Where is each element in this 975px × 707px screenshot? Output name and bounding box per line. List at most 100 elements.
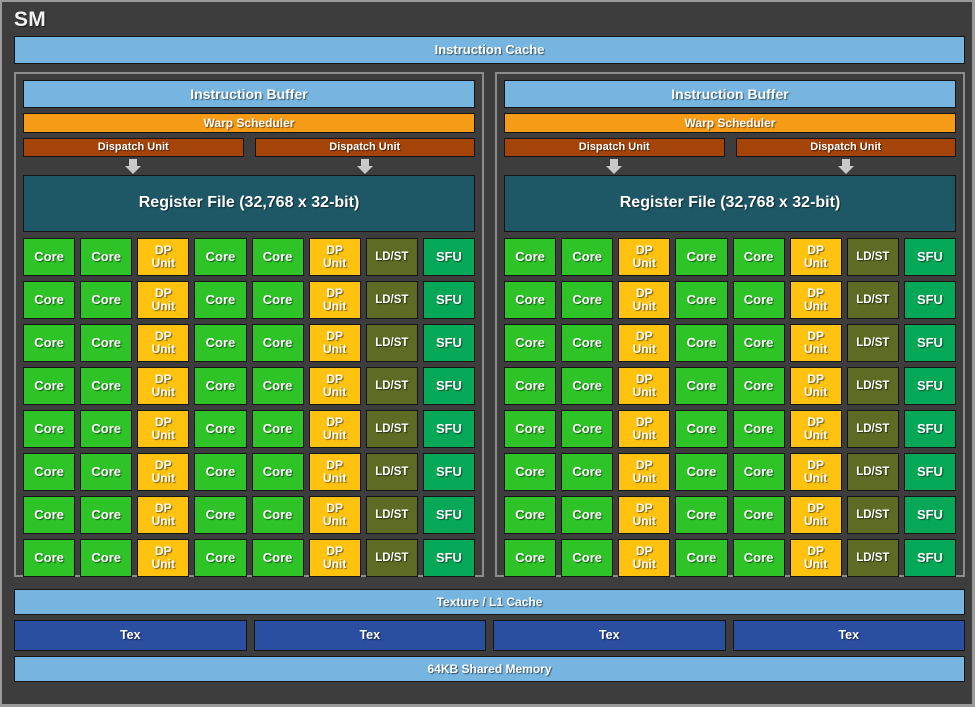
unit-label: SFU xyxy=(917,336,943,350)
unit-label: Unit xyxy=(804,257,827,270)
unit-core-left-r5-c0: Core xyxy=(23,453,75,491)
unit-label: Core xyxy=(744,250,774,264)
unit-sfu-left-r1-c7: SFU xyxy=(423,281,475,319)
unit-label: Core xyxy=(206,508,236,522)
unit-label: Core xyxy=(572,422,602,436)
unit-label: Core xyxy=(744,508,774,522)
unit-core-left-r0-c3: Core xyxy=(194,238,246,276)
unit-label: Core xyxy=(263,379,293,393)
unit-label: Core xyxy=(515,293,545,307)
unit-label: Core xyxy=(263,250,293,264)
unit-dp-right-r2-c5: DPUnit xyxy=(790,324,842,362)
unit-label: SFU xyxy=(436,379,462,393)
unit-core-left-r4-c1: Core xyxy=(80,410,132,448)
unit-label: Core xyxy=(91,336,121,350)
unit-sfu-left-r2-c7: SFU xyxy=(423,324,475,362)
unit-core-left-r6-c1: Core xyxy=(80,496,132,534)
unit-dp-left-r0-c5: DPUnit xyxy=(309,238,361,276)
unit-dp-left-r1-c2: DPUnit xyxy=(137,281,189,319)
unit-core-left-r3-c0: Core xyxy=(23,367,75,405)
unit-label: LD/ST xyxy=(856,466,889,478)
unit-label: LD/ST xyxy=(856,294,889,306)
unit-label: Core xyxy=(263,551,293,565)
unit-label: LD/ST xyxy=(856,251,889,263)
unit-label: Core xyxy=(91,465,121,479)
unit-dp-left-r3-c5: DPUnit xyxy=(309,367,361,405)
unit-label: Core xyxy=(687,250,717,264)
unit-core-left-r2-c3: Core xyxy=(194,324,246,362)
unit-core-left-r4-c3: Core xyxy=(194,410,246,448)
unit-ldst-right-r3-c6: LD/ST xyxy=(847,367,899,405)
unit-label: LD/ST xyxy=(856,552,889,564)
arrow-cell-left-1 xyxy=(255,158,476,173)
texture-unit-row: TexTexTexTex xyxy=(14,620,965,651)
unit-label: Unit xyxy=(323,300,346,313)
unit-dp-left-r6-c5: DPUnit xyxy=(309,496,361,534)
unit-sfu-left-r5-c7: SFU xyxy=(423,453,475,491)
unit-sfu-right-r5-c7: SFU xyxy=(904,453,956,491)
unit-label: Core xyxy=(34,336,64,350)
unit-label: Core xyxy=(687,508,717,522)
unit-label: SFU xyxy=(436,551,462,565)
unit-ldst-right-r7-c6: LD/ST xyxy=(847,539,899,577)
unit-core-right-r6-c0: Core xyxy=(504,496,556,534)
dispatch-unit-left-0: Dispatch Unit xyxy=(23,138,244,157)
unit-label: Unit xyxy=(152,343,175,356)
unit-label: SFU xyxy=(436,336,462,350)
unit-core-right-r7-c3: Core xyxy=(675,539,727,577)
unit-label: SFU xyxy=(917,379,943,393)
unit-sfu-right-r6-c7: SFU xyxy=(904,496,956,534)
unit-ldst-left-r2-c6: LD/ST xyxy=(366,324,418,362)
unit-dp-left-r0-c2: DPUnit xyxy=(137,238,189,276)
unit-label: Core xyxy=(91,508,121,522)
unit-ldst-left-r1-c6: LD/ST xyxy=(366,281,418,319)
unit-core-left-r4-c0: Core xyxy=(23,410,75,448)
unit-core-right-r7-c0: Core xyxy=(504,539,556,577)
unit-label: Core xyxy=(687,293,717,307)
unit-label: Unit xyxy=(804,558,827,571)
unit-label: SFU xyxy=(917,422,943,436)
unit-core-right-r5-c4: Core xyxy=(733,453,785,491)
unit-core-right-r6-c3: Core xyxy=(675,496,727,534)
unit-core-right-r4-c4: Core xyxy=(733,410,785,448)
unit-ldst-right-r2-c6: LD/ST xyxy=(847,324,899,362)
unit-label: LD/ST xyxy=(856,337,889,349)
unit-label: SFU xyxy=(917,551,943,565)
unit-label: Core xyxy=(744,293,774,307)
unit-core-right-r5-c3: Core xyxy=(675,453,727,491)
sm-architecture-diagram: SM Instruction Cache Instruction Buffer … xyxy=(0,0,975,707)
unit-label: Core xyxy=(572,508,602,522)
unit-label: Core xyxy=(34,250,64,264)
unit-sfu-left-r0-c7: SFU xyxy=(423,238,475,276)
unit-label: Core xyxy=(744,336,774,350)
unit-label: Unit xyxy=(152,300,175,313)
unit-dp-right-r5-c5: DPUnit xyxy=(790,453,842,491)
instruction-buffer-left: Instruction Buffer xyxy=(23,80,475,108)
unit-label: Core xyxy=(687,551,717,565)
unit-label: SFU xyxy=(436,465,462,479)
unit-ldst-right-r6-c6: LD/ST xyxy=(847,496,899,534)
unit-label: Core xyxy=(206,336,236,350)
unit-label: Core xyxy=(206,250,236,264)
unit-label: LD/ST xyxy=(856,423,889,435)
unit-core-right-r4-c1: Core xyxy=(561,410,613,448)
unit-label: Unit xyxy=(633,472,656,485)
unit-core-right-r6-c1: Core xyxy=(561,496,613,534)
warp-scheduler-right: Warp Scheduler xyxy=(504,113,956,133)
unit-label: Core xyxy=(34,422,64,436)
unit-sfu-right-r0-c7: SFU xyxy=(904,238,956,276)
unit-label: LD/ST xyxy=(375,423,408,435)
unit-label: Core xyxy=(515,250,545,264)
unit-label: Unit xyxy=(633,343,656,356)
unit-core-left-r5-c1: Core xyxy=(80,453,132,491)
unit-label: SFU xyxy=(917,293,943,307)
unit-label: Core xyxy=(263,465,293,479)
unit-label: Core xyxy=(91,293,121,307)
unit-core-left-r3-c1: Core xyxy=(80,367,132,405)
unit-label: SFU xyxy=(436,422,462,436)
unit-label: Core xyxy=(572,293,602,307)
unit-label: Unit xyxy=(804,300,827,313)
arrow-cell-right-0 xyxy=(504,158,725,173)
unit-label: Unit xyxy=(152,558,175,571)
unit-core-left-r0-c1: Core xyxy=(80,238,132,276)
